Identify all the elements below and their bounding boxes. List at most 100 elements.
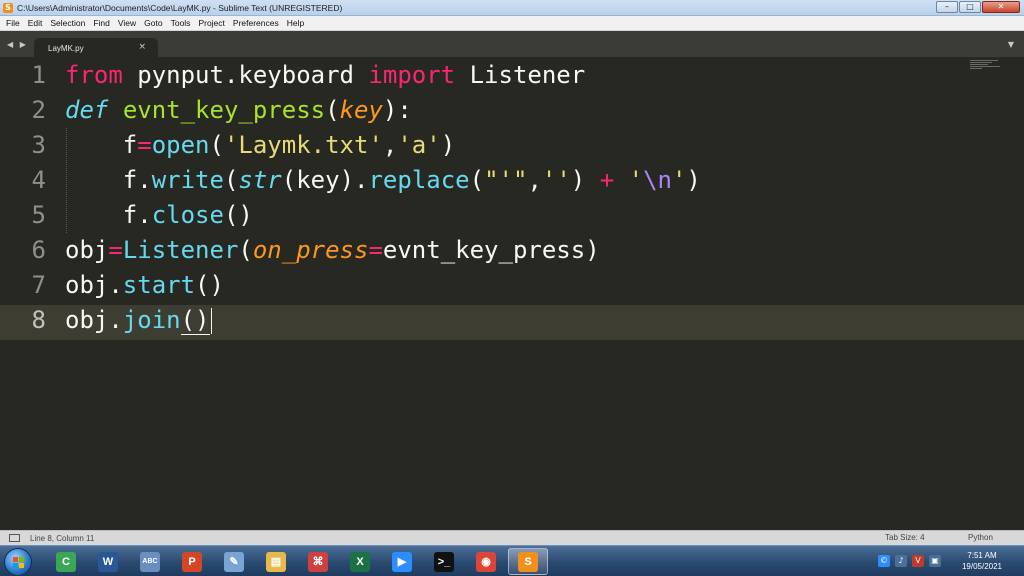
taskbar-app-button[interactable]: ▤ (256, 548, 296, 575)
taskbar-app-button[interactable]: ABC (130, 548, 170, 575)
window-title-bar[interactable]: S C:\Users\Administrator\Documents\Code\… (0, 0, 1024, 16)
code-line[interactable]: def evnt_key_press(key): (65, 93, 412, 128)
code-token: pynput.keyboard (122, 61, 369, 89)
code-token: evnt_key_press) (382, 236, 600, 264)
code-token: ( (469, 166, 485, 194)
status-bar: Line 8, Column 11 Tab Size: 4 Python (0, 530, 1024, 545)
taskbar-app-button[interactable]: C (46, 548, 86, 575)
line-number: 1 (31, 61, 46, 89)
taskbar-app-button[interactable]: >_ (424, 548, 464, 575)
line-number: 8 (31, 306, 46, 334)
code-token: join (122, 306, 181, 334)
zoom-icon: ▶ (392, 551, 412, 572)
network-app-icon: ⌘ (308, 551, 328, 572)
code-token: () (223, 201, 253, 229)
code-token: () (195, 271, 224, 299)
code-token: ( (325, 96, 340, 124)
code-line[interactable]: from pynput.keyboard import Listener (65, 58, 585, 93)
network-tray-icon[interactable]: ▣ (929, 555, 941, 567)
menu-file[interactable]: File (2, 18, 24, 28)
menu-goto[interactable]: Goto (140, 18, 166, 28)
menu-tools[interactable]: Tools (167, 18, 195, 28)
menu-selection[interactable]: Selection (46, 18, 89, 28)
taskbar-app-button[interactable]: W (88, 548, 128, 575)
line-number: 5 (31, 201, 46, 229)
menu-view[interactable]: View (114, 18, 140, 28)
taskbar-app-button[interactable]: S (508, 548, 548, 575)
taskbar-app-button[interactable]: ⌘ (298, 548, 338, 575)
menu-preferences[interactable]: Preferences (229, 18, 283, 28)
code-token: , (382, 131, 398, 159)
start-button[interactable] (4, 548, 32, 576)
paint-icon: ✎ (224, 551, 244, 572)
code-token: start (122, 271, 196, 299)
code-token: + (599, 166, 615, 194)
code-token: f (65, 131, 138, 159)
command-prompt-icon: >_ (434, 551, 454, 572)
menu-edit[interactable]: Edit (24, 18, 47, 28)
line-number: 6 (31, 236, 46, 264)
code-token: f. (65, 166, 152, 194)
code-token: ( (238, 236, 253, 264)
code-token: write (151, 166, 224, 194)
tab-nav-arrows-icon[interactable]: ◀ ▶ (7, 40, 28, 49)
code-token: import (368, 61, 456, 89)
close-button[interactable]: ✕ (982, 1, 1020, 13)
copyright-tray-icon[interactable]: © (878, 555, 890, 567)
code-line[interactable]: f.write(str(key).replace("'",'') + '\n') (65, 163, 701, 198)
system-clock[interactable]: 7:51 AM 19/05/2021 (950, 550, 1014, 572)
taskbar-app-button[interactable]: ▶ (382, 548, 422, 575)
antivirus-tray-icon[interactable]: V (912, 555, 924, 567)
code-token: = (137, 131, 152, 159)
volume-tray-icon[interactable]: ♪ (895, 555, 907, 567)
menu-help[interactable]: Help (283, 18, 308, 28)
tab-dropdown-icon[interactable]: ▼ (1008, 40, 1014, 49)
minimap[interactable] (970, 60, 1002, 72)
code-token: evnt_key_press (122, 96, 326, 124)
code-token: 'Laymk.txt' (223, 131, 383, 159)
minimap-line (970, 64, 988, 65)
line-number-gutter[interactable]: 1 2 3 4 5 6 7 8 (0, 58, 56, 530)
code-editor[interactable]: 1 2 3 4 5 6 7 8 from pynput.keyboard imp… (0, 58, 1024, 530)
taskbar-app-button[interactable]: X (340, 548, 380, 575)
code-token: Listener (122, 236, 239, 264)
window-title: C:\Users\Administrator\Documents\Code\La… (17, 2, 343, 13)
panel-toggle-icon[interactable] (9, 534, 20, 542)
code-token: obj. (65, 306, 123, 334)
taskbar-app-button[interactable]: ✎ (214, 548, 254, 575)
clock-time: 7:51 AM (967, 551, 997, 560)
windows-logo-icon (13, 557, 24, 568)
word-icon: W (98, 551, 118, 572)
code-line[interactable]: obj.start() (65, 268, 224, 303)
code-line[interactable]: f=open('Laymk.txt','a') (65, 128, 455, 163)
code-token: () (180, 306, 210, 335)
code-token: '' (541, 166, 571, 194)
menu-project[interactable]: Project (194, 18, 228, 28)
line-number: 4 (31, 166, 46, 194)
code-token: replace (368, 166, 470, 194)
tab-laymk-py[interactable]: LayMK.py × (34, 38, 158, 58)
minimap-line (970, 60, 998, 61)
minimap-line (970, 68, 982, 69)
taskbar-app-button[interactable]: P (172, 548, 212, 575)
syntax-indicator[interactable]: Python (968, 533, 993, 542)
menu-find[interactable]: Find (89, 18, 114, 28)
code-token: ) (686, 166, 701, 194)
code-line[interactable]: obj.join() (65, 303, 212, 338)
maximize-button[interactable]: □ (959, 1, 981, 13)
file-explorer-icon: ▤ (266, 551, 286, 572)
system-tray: © ♪ V ▣ (878, 555, 946, 567)
code-token: from (65, 61, 123, 89)
chrome-icon: ◉ (476, 551, 496, 572)
code-token: open (151, 131, 210, 159)
minimize-button[interactable]: – (936, 1, 958, 13)
taskbar-app-button[interactable]: ◉ (466, 548, 506, 575)
code-token: \n (643, 166, 672, 194)
code-line[interactable]: f.close() (65, 198, 253, 233)
tab-close-icon[interactable]: × (138, 43, 146, 52)
tab-size-indicator[interactable]: Tab Size: 4 (885, 533, 925, 542)
minimap-line (970, 66, 1000, 67)
code-line[interactable]: obj=Listener(on_press=evnt_key_press) (65, 233, 600, 268)
